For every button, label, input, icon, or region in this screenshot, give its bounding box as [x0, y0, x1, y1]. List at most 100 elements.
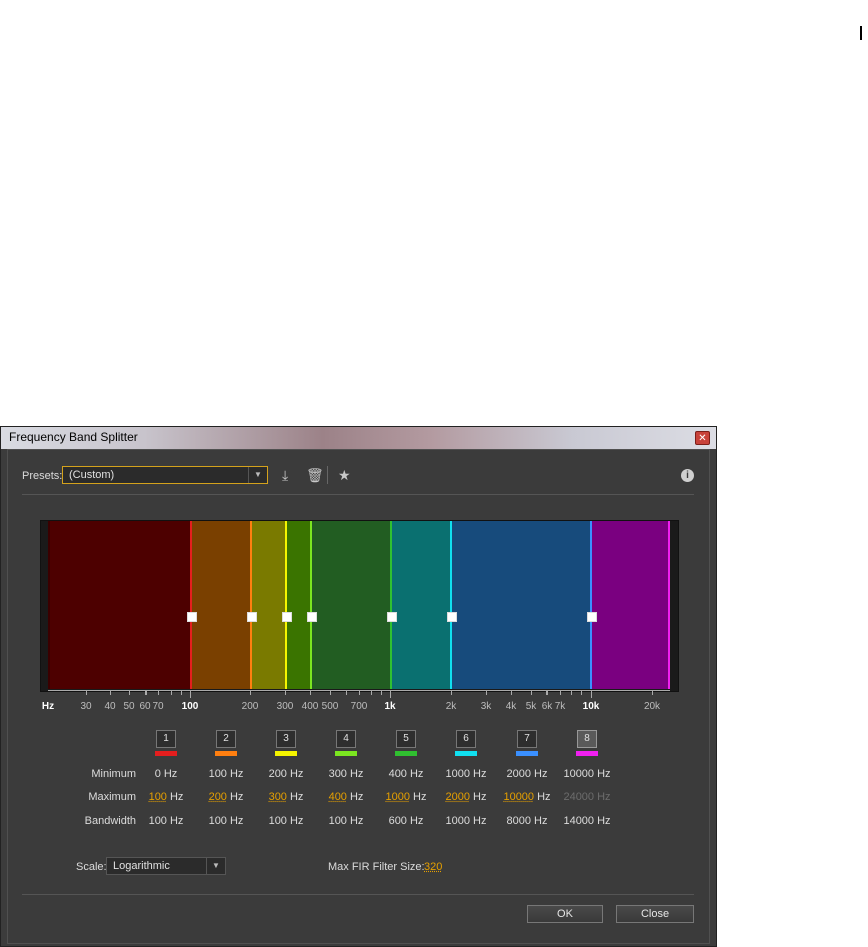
- crossover-handle[interactable]: [387, 612, 397, 622]
- band-3-region: [251, 521, 287, 689]
- spectrum-graph[interactable]: [40, 520, 679, 692]
- band-bandwidth-value: 1000 Hz: [445, 815, 487, 827]
- delete-preset-icon[interactable]: 🗑: [306, 468, 324, 482]
- band-5-button[interactable]: 5: [396, 730, 416, 748]
- close-button[interactable]: Close: [616, 905, 694, 923]
- axis-tick: [110, 690, 111, 695]
- band-max-number[interactable]: 400: [329, 791, 347, 803]
- band-8-button[interactable]: 8: [577, 730, 597, 748]
- crossover-handle[interactable]: [587, 612, 597, 622]
- axis-tick-label: 20k: [643, 701, 661, 712]
- corner-mark: [860, 26, 862, 40]
- band-max-value: 24000 Hz: [563, 791, 611, 803]
- band-5-color-swatch: [395, 751, 417, 756]
- axis-tick: [359, 690, 360, 695]
- bandwidth-row-label: Bandwidth: [84, 815, 136, 827]
- band-4-region: [286, 521, 312, 689]
- crossover-line: [250, 521, 253, 689]
- band-2-button[interactable]: 2: [216, 730, 236, 748]
- footer-divider: [22, 894, 694, 895]
- band-min-value: 2000 Hz: [506, 768, 548, 780]
- axis-tick: [330, 690, 331, 695]
- band-4-button[interactable]: 4: [336, 730, 356, 748]
- save-preset-icon[interactable]: ⤓: [282, 468, 288, 482]
- title-bar[interactable]: Frequency Band Splitter ✕: [1, 427, 716, 449]
- band-max-number[interactable]: 300: [269, 791, 287, 803]
- axis-tick: [190, 690, 191, 698]
- band-min-value: 10000 Hz: [563, 768, 611, 780]
- scale-label: Scale:: [76, 861, 107, 873]
- info-icon[interactable]: i: [681, 469, 694, 482]
- dialog-title: Frequency Band Splitter: [9, 430, 138, 444]
- band-6-color-swatch: [455, 751, 477, 756]
- axis-tick: [250, 690, 251, 695]
- chevron-down-icon: ▼: [248, 467, 267, 483]
- band-6-button[interactable]: 6: [456, 730, 476, 748]
- band-max-value[interactable]: 100 Hz: [149, 791, 184, 803]
- toolbar-divider: [327, 466, 328, 484]
- crossover-line: [450, 521, 453, 689]
- axis-tick: [531, 690, 532, 695]
- axis-tick: [129, 690, 130, 695]
- axis-tick-label: 6k: [541, 701, 553, 712]
- band-max-value[interactable]: 10000 Hz: [503, 791, 550, 803]
- window-close-icon[interactable]: ✕: [695, 431, 710, 445]
- axis-tick: [486, 690, 487, 695]
- scale-dropdown[interactable]: Logarithmic ▼: [106, 857, 226, 875]
- crossover-handle[interactable]: [187, 612, 197, 622]
- band-max-value[interactable]: 1000 Hz: [386, 791, 427, 803]
- band-5-region: [311, 521, 391, 689]
- band-max-value[interactable]: 2000 Hz: [446, 791, 487, 803]
- axis-tick: [652, 690, 653, 695]
- presets-dropdown[interactable]: (Custom) ▼: [62, 466, 268, 484]
- band-max-number[interactable]: 1000: [386, 791, 410, 803]
- crossover-line: [590, 521, 592, 689]
- band-max-value[interactable]: 300 Hz: [269, 791, 304, 803]
- axis-minor-tick: [346, 690, 347, 695]
- chevron-down-icon: ▼: [206, 858, 225, 874]
- band-max-number[interactable]: 10000: [503, 791, 534, 803]
- axis-tick: [547, 690, 548, 695]
- presets-label: Presets:: [22, 470, 63, 482]
- band-3-color-swatch: [275, 751, 297, 756]
- band-max-number[interactable]: 200: [209, 791, 227, 803]
- crossover-handle[interactable]: [447, 612, 458, 622]
- axis-unit-label: Hz: [41, 701, 55, 712]
- band-max-value[interactable]: 400 Hz: [329, 791, 364, 803]
- band-1-button[interactable]: 1: [156, 730, 176, 748]
- band-2-region: [191, 521, 252, 689]
- axis-tick: [560, 690, 561, 695]
- axis-tick: [310, 690, 311, 695]
- axis-minor-tick: [181, 690, 182, 695]
- axis-tick-label: 70: [152, 701, 164, 712]
- band-max-number[interactable]: 2000: [446, 791, 470, 803]
- band-2-color-swatch: [215, 751, 237, 756]
- band-min-value: 200 Hz: [268, 768, 304, 780]
- band-min-value: 1000 Hz: [445, 768, 487, 780]
- band-7-button[interactable]: 7: [517, 730, 537, 748]
- crossover-handle[interactable]: [282, 612, 293, 622]
- axis-tick-label: 400: [301, 701, 319, 712]
- band-7-region: [451, 521, 591, 689]
- crossover-line: [285, 521, 288, 689]
- band-max-value[interactable]: 200 Hz: [209, 791, 244, 803]
- crossover-handle[interactable]: [307, 612, 318, 622]
- spectrum-right-edge: [668, 521, 670, 689]
- axis-tick-label: 4k: [505, 701, 517, 712]
- band-max-number[interactable]: 100: [149, 791, 167, 803]
- fir-size-value[interactable]: 320: [424, 861, 442, 873]
- axis-tick-label: 300: [276, 701, 294, 712]
- band-bandwidth-value: 100 Hz: [328, 815, 364, 827]
- band-3-button[interactable]: 3: [276, 730, 296, 748]
- favorite-icon[interactable]: ★: [338, 468, 351, 482]
- ok-button[interactable]: OK: [527, 905, 603, 923]
- crossover-handle[interactable]: [247, 612, 258, 622]
- axis-tick-label: 7k: [554, 701, 566, 712]
- band-8-color-swatch: [576, 751, 598, 756]
- axis-tick: [591, 690, 592, 698]
- axis-tick: [390, 690, 391, 698]
- band-bandwidth-value: 100 Hz: [148, 815, 184, 827]
- axis-tick-label: 30: [80, 701, 92, 712]
- axis-tick: [285, 690, 286, 695]
- band-bandwidth-value: 600 Hz: [388, 815, 424, 827]
